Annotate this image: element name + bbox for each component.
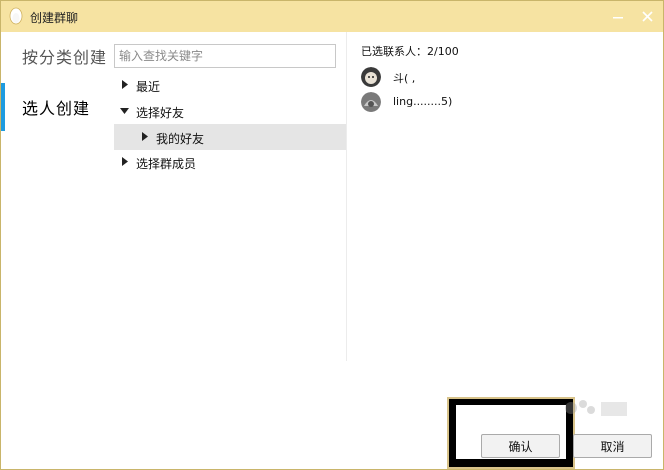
create-group-dialog: 创建群聊 按分类创建 选人创建 最近 选择好友 (0, 0, 664, 470)
minimize-button[interactable] (603, 1, 633, 32)
close-icon (642, 11, 653, 22)
avatar (361, 92, 381, 112)
search-input[interactable] (115, 45, 335, 67)
tree-item-my-friends[interactable]: 我的好友 (114, 124, 346, 150)
tree-item-select-friends[interactable]: 选择好友 (114, 98, 346, 124)
window-title: 创建群聊 (30, 11, 79, 25)
tree-item-label: 我的好友 (156, 132, 205, 146)
selected-contact[interactable]: ling........5) (361, 92, 621, 116)
selected-count: 已选联系人：2/100 (361, 45, 459, 58)
mode-select-people-label: 选人创建 (22, 99, 91, 118)
cancel-button[interactable]: 取消 (573, 434, 652, 458)
tree-item-label: 选择好友 (136, 106, 185, 120)
search-box[interactable] (114, 44, 336, 68)
tree-item-label: 选择群成员 (136, 157, 197, 171)
triangle-right-icon (122, 157, 128, 166)
contact-name: ling........5) (393, 95, 453, 108)
tree-item-select-group-members[interactable]: 选择群成员 (114, 149, 346, 175)
triangle-right-icon (122, 80, 128, 89)
triangle-right-icon (142, 132, 148, 141)
minimize-icon (613, 17, 623, 19)
avatar (361, 67, 381, 87)
close-button[interactable] (633, 1, 663, 32)
contact-name: 斗( , (393, 72, 416, 85)
penguin-icon (9, 7, 23, 25)
panel-divider (346, 32, 347, 361)
confirm-button[interactable]: 确认 (481, 434, 560, 458)
mode-select-people[interactable]: 选人创建 (1, 83, 111, 131)
tree-item-recent[interactable]: 最近 (114, 72, 346, 98)
active-mode-indicator (1, 83, 5, 131)
title-bar[interactable]: 创建群聊 (1, 1, 663, 32)
footer-separator (1, 361, 663, 362)
mode-by-category[interactable]: 按分类创建 (1, 32, 111, 80)
selected-contact[interactable]: 斗( , (361, 67, 621, 91)
tree-item-label: 最近 (136, 80, 161, 94)
mode-by-category-label: 按分类创建 (22, 48, 108, 67)
triangle-down-icon (120, 108, 129, 114)
